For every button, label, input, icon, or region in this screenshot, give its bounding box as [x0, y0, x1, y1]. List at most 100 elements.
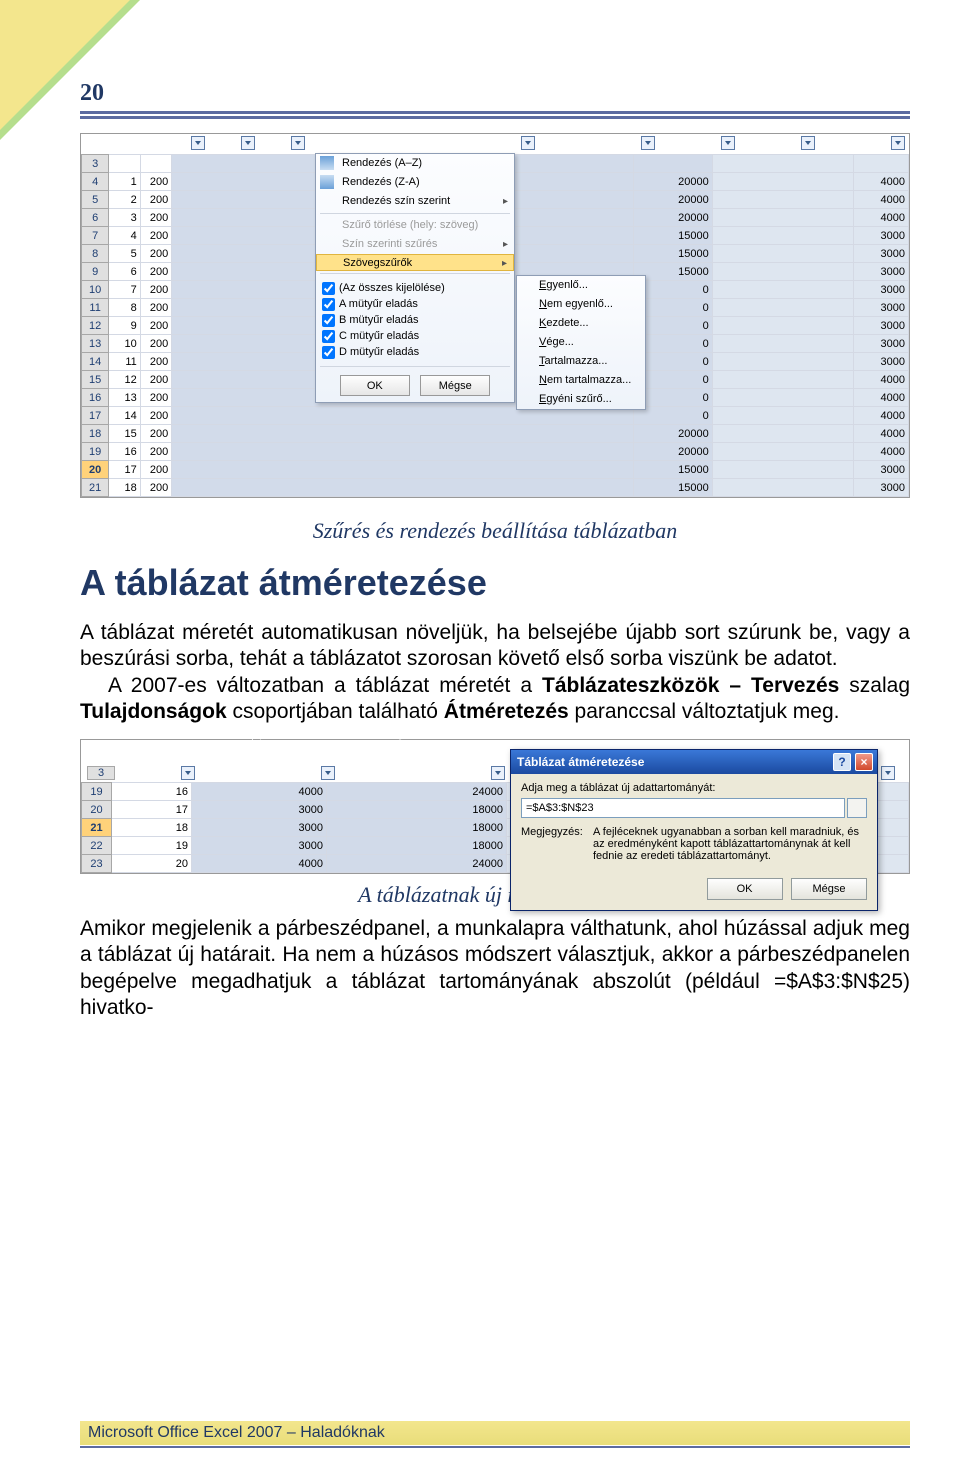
- cell[interactable]: [712, 209, 854, 227]
- cell[interactable]: 3000: [854, 479, 909, 497]
- cell[interactable]: 10: [109, 335, 140, 353]
- submenu-item[interactable]: Kezdete...: [517, 314, 645, 333]
- menu-sort-by-color[interactable]: Rendezés szín szerint: [316, 192, 514, 211]
- filter-dropdown-icon[interactable]: [801, 136, 815, 150]
- cell[interactable]: [854, 155, 909, 173]
- row-header[interactable]: 23: [82, 855, 112, 873]
- submenu-item[interactable]: Egyéni szűrő...: [517, 390, 645, 409]
- cell[interactable]: 20000: [634, 173, 713, 191]
- cell[interactable]: 4000: [854, 191, 909, 209]
- cell[interactable]: 3000: [854, 299, 909, 317]
- submenu-item[interactable]: Vége...: [517, 333, 645, 352]
- cell[interactable]: 20000: [634, 443, 713, 461]
- cancel-button[interactable]: Mégse: [420, 375, 490, 396]
- cell[interactable]: 200: [140, 479, 171, 497]
- filter-dropdown-icon[interactable]: [181, 766, 195, 780]
- cell[interactable]: 200: [140, 353, 171, 371]
- cell[interactable]: 6: [109, 263, 140, 281]
- cell[interactable]: 1: [109, 173, 140, 191]
- checkbox[interactable]: [322, 346, 335, 359]
- cell[interactable]: 18: [109, 479, 140, 497]
- checkbox[interactable]: [322, 330, 335, 343]
- cell[interactable]: 16: [112, 783, 192, 801]
- cell[interactable]: 5: [109, 245, 140, 263]
- row-header[interactable]: 8: [82, 245, 109, 263]
- cell[interactable]: [712, 461, 854, 479]
- cell[interactable]: [172, 479, 634, 497]
- cell[interactable]: 17: [112, 801, 192, 819]
- cell[interactable]: 4000: [854, 371, 909, 389]
- row-header[interactable]: 11: [82, 299, 109, 317]
- cell[interactable]: 200: [140, 263, 171, 281]
- cell[interactable]: 200: [140, 335, 171, 353]
- filter-check-item[interactable]: D mütyűr eladás: [322, 344, 508, 360]
- cell[interactable]: 4000: [854, 209, 909, 227]
- cell[interactable]: 200: [140, 317, 171, 335]
- row-header[interactable]: 19: [82, 783, 112, 801]
- cell[interactable]: 3000: [192, 801, 327, 819]
- cell[interactable]: 9: [109, 317, 140, 335]
- filter-dropdown-icon[interactable]: [641, 136, 655, 150]
- filter-dropdown-icon[interactable]: [321, 766, 335, 780]
- filter-dropdown-icon[interactable]: [891, 136, 905, 150]
- cell[interactable]: 16: [109, 443, 140, 461]
- cell[interactable]: 15000: [634, 227, 713, 245]
- cell[interactable]: 4000: [192, 855, 327, 873]
- cell[interactable]: 4: [109, 227, 140, 245]
- cell[interactable]: [712, 407, 854, 425]
- cancel-button[interactable]: Mégse: [791, 878, 867, 900]
- cell[interactable]: 2: [109, 191, 140, 209]
- row-header[interactable]: 17: [82, 407, 109, 425]
- submenu-item[interactable]: Nem tartalmazza...: [517, 371, 645, 390]
- filter-check-item[interactable]: A mütyűr eladás: [322, 296, 508, 312]
- cell[interactable]: [109, 155, 140, 173]
- filter-dropdown-icon[interactable]: [721, 136, 735, 150]
- cell[interactable]: 4000: [854, 389, 909, 407]
- cell[interactable]: 13: [109, 389, 140, 407]
- cell[interactable]: 3000: [854, 461, 909, 479]
- collapse-dialog-icon[interactable]: [847, 798, 867, 818]
- row-header[interactable]: 4: [82, 173, 109, 191]
- menu-sort-asc[interactable]: Rendezés (A–Z): [316, 154, 514, 173]
- cell[interactable]: 18000: [327, 801, 507, 819]
- cell[interactable]: 14: [109, 407, 140, 425]
- row-header[interactable]: 12: [82, 317, 109, 335]
- ok-button[interactable]: OK: [707, 878, 783, 900]
- row-header[interactable]: 19: [82, 443, 109, 461]
- row-header[interactable]: 22: [82, 837, 112, 855]
- cell[interactable]: 18000: [327, 837, 507, 855]
- row-header[interactable]: 13: [82, 335, 109, 353]
- filter-dropdown-icon[interactable]: [491, 766, 505, 780]
- cell[interactable]: [712, 353, 854, 371]
- cell[interactable]: [712, 479, 854, 497]
- filter-check-item[interactable]: C mütyűr eladás: [322, 328, 508, 344]
- cell[interactable]: 20: [112, 855, 192, 873]
- cell[interactable]: 8: [109, 299, 140, 317]
- help-icon[interactable]: ?: [833, 753, 851, 771]
- cell[interactable]: [172, 461, 634, 479]
- cell[interactable]: 3000: [854, 335, 909, 353]
- cell[interactable]: 20000: [634, 191, 713, 209]
- cell[interactable]: 3000: [192, 819, 327, 837]
- checkbox[interactable]: [322, 282, 335, 295]
- cell[interactable]: 11: [109, 353, 140, 371]
- cell[interactable]: 3000: [854, 263, 909, 281]
- cell[interactable]: 200: [140, 245, 171, 263]
- row-header[interactable]: 9: [82, 263, 109, 281]
- cell[interactable]: 3000: [854, 227, 909, 245]
- cell[interactable]: [712, 425, 854, 443]
- row-header[interactable]: 21: [82, 819, 112, 837]
- cell[interactable]: [712, 371, 854, 389]
- cell[interactable]: 200: [140, 227, 171, 245]
- row-header[interactable]: 5: [82, 191, 109, 209]
- cell[interactable]: 4000: [854, 425, 909, 443]
- cell[interactable]: [712, 443, 854, 461]
- cell[interactable]: 3000: [854, 245, 909, 263]
- cell[interactable]: [712, 245, 854, 263]
- row-header[interactable]: 14: [82, 353, 109, 371]
- cell[interactable]: [712, 263, 854, 281]
- cell[interactable]: 200: [140, 281, 171, 299]
- cell[interactable]: [712, 155, 854, 173]
- cell[interactable]: 18: [112, 819, 192, 837]
- cell[interactable]: [634, 155, 713, 173]
